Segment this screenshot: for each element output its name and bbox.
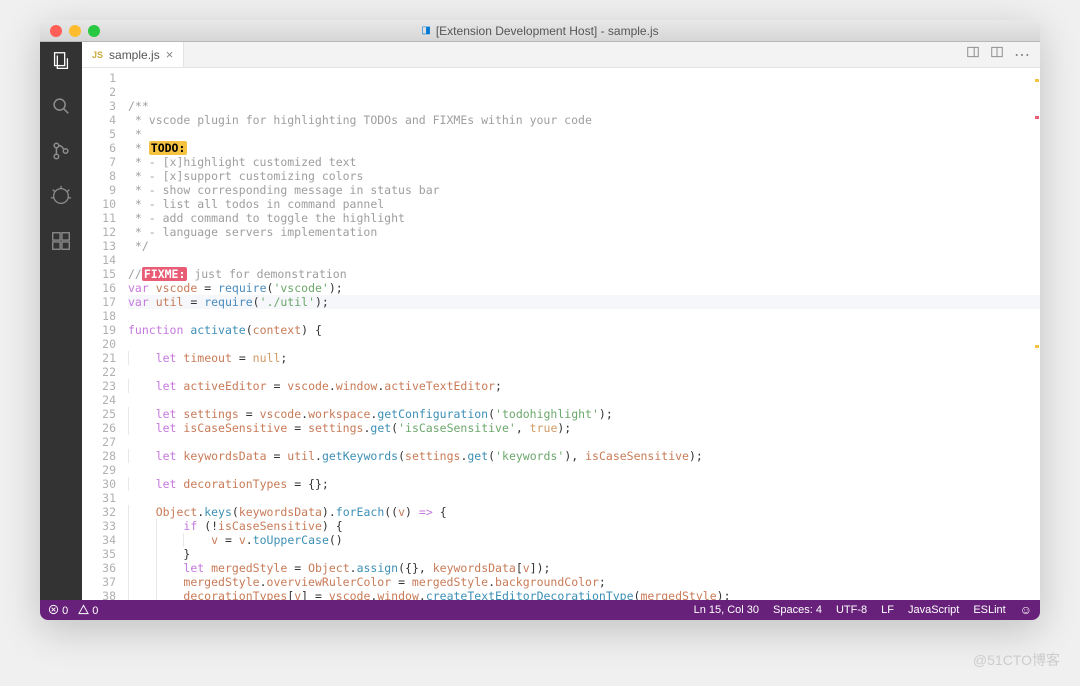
status-cursor[interactable]: Ln 15, Col 30: [694, 604, 759, 616]
code-line[interactable]: }: [128, 547, 1040, 561]
status-eol[interactable]: LF: [881, 604, 894, 616]
js-file-icon: JS: [92, 50, 103, 60]
overview-ruler[interactable]: [1034, 68, 1040, 600]
code-line[interactable]: */: [128, 239, 1040, 253]
code-line[interactable]: let keywordsData = util.getKeywords(sett…: [128, 449, 1040, 463]
code-line[interactable]: [128, 253, 1040, 267]
editor[interactable]: 1234567891011121314151617181920212223242…: [82, 68, 1040, 600]
layout-icon[interactable]: [990, 45, 1004, 64]
code-line[interactable]: [128, 491, 1040, 505]
window-title-text: [Extension Development Host] - sample.js: [436, 24, 659, 38]
code-line[interactable]: mergedStyle.overviewRulerColor = mergedS…: [128, 575, 1040, 589]
status-errors[interactable]: 0: [48, 604, 68, 617]
code-line[interactable]: [128, 463, 1040, 477]
status-bar: 0 0 Ln 15, Col 30 Spaces: 4 UTF-8 LF Jav…: [40, 600, 1040, 620]
code-line[interactable]: let mergedStyle = Object.assign({}, keyw…: [128, 561, 1040, 575]
code-line[interactable]: * - [x]highlight customized text: [128, 155, 1040, 169]
feedback-icon[interactable]: ☺: [1020, 603, 1032, 617]
code-line[interactable]: [128, 365, 1040, 379]
app-body: JS sample.js × ⋯ 12345678910111213141516…: [40, 42, 1040, 600]
tab-label: sample.js: [109, 48, 160, 62]
code-line[interactable]: [128, 393, 1040, 407]
code-line[interactable]: * - [x]support customizing colors: [128, 169, 1040, 183]
more-actions-icon[interactable]: ⋯: [1014, 45, 1030, 65]
tab-actions: ⋯: [966, 42, 1040, 67]
code-line[interactable]: v = v.toUpperCase(): [128, 533, 1040, 547]
watermark: @51CTO博客: [973, 650, 1060, 670]
window-controls: [40, 25, 100, 37]
close-tab-icon[interactable]: ×: [166, 47, 174, 62]
source-control-icon[interactable]: [50, 140, 72, 167]
status-indent[interactable]: Spaces: 4: [773, 604, 822, 616]
code-line[interactable]: if (!isCaseSensitive) {: [128, 519, 1040, 533]
maximize-window-button[interactable]: [88, 25, 100, 37]
split-editor-icon[interactable]: [966, 45, 980, 64]
explorer-icon[interactable]: [50, 50, 72, 77]
status-encoding[interactable]: UTF-8: [836, 604, 867, 616]
search-icon[interactable]: [50, 95, 72, 122]
debug-icon[interactable]: [50, 185, 72, 212]
code-line[interactable]: * - add command to toggle the highlight: [128, 211, 1040, 225]
code-line[interactable]: let activeEditor = vscode.window.activeT…: [128, 379, 1040, 393]
code-line[interactable]: var util = require('./util');: [128, 295, 1040, 309]
app-window: ◨ [Extension Development Host] - sample.…: [40, 20, 1040, 620]
code-line[interactable]: let settings = vscode.workspace.getConfi…: [128, 407, 1040, 421]
tab-sample-js[interactable]: JS sample.js ×: [82, 42, 184, 67]
status-warnings[interactable]: 0: [78, 604, 98, 617]
code-line[interactable]: [128, 309, 1040, 323]
code-line[interactable]: let decorationTypes = {};: [128, 477, 1040, 491]
code-line[interactable]: let isCaseSensitive = settings.get('isCa…: [128, 421, 1040, 435]
editor-group: JS sample.js × ⋯ 12345678910111213141516…: [82, 42, 1040, 600]
code-line[interactable]: *: [128, 127, 1040, 141]
code-line[interactable]: var vscode = require('vscode');: [128, 281, 1040, 295]
code-line[interactable]: * TODO:: [128, 141, 1040, 155]
minimize-window-button[interactable]: [69, 25, 81, 37]
code-line[interactable]: * vscode plugin for highlighting TODOs a…: [128, 113, 1040, 127]
code-line[interactable]: let timeout = null;: [128, 351, 1040, 365]
code-line[interactable]: [128, 337, 1040, 351]
status-eslint[interactable]: ESLint: [973, 604, 1005, 616]
vscode-icon: ◨: [421, 25, 430, 36]
code-line[interactable]: decorationTypes[v] = vscode.window.creat…: [128, 589, 1040, 600]
code-line[interactable]: * - language servers implementation: [128, 225, 1040, 239]
code-line[interactable]: * - show corresponding message in status…: [128, 183, 1040, 197]
code-line[interactable]: //FIXME: just for demonstration: [128, 267, 1040, 281]
titlebar: ◨ [Extension Development Host] - sample.…: [40, 20, 1040, 42]
close-window-button[interactable]: [50, 25, 62, 37]
line-number-gutter: 1234567891011121314151617181920212223242…: [82, 68, 128, 600]
code-area[interactable]: /** * vscode plugin for highlighting TOD…: [128, 68, 1040, 600]
extensions-icon[interactable]: [50, 230, 72, 257]
window-title: ◨ [Extension Development Host] - sample.…: [40, 24, 1040, 38]
tab-bar: JS sample.js × ⋯: [82, 42, 1040, 68]
code-line[interactable]: [128, 435, 1040, 449]
code-line[interactable]: Object.keys(keywordsData).forEach((v) =>…: [128, 505, 1040, 519]
code-line[interactable]: /**: [128, 99, 1040, 113]
status-language[interactable]: JavaScript: [908, 604, 959, 616]
code-line[interactable]: function activate(context) {: [128, 323, 1040, 337]
activity-bar: [40, 42, 82, 600]
code-line[interactable]: * - list all todos in command pannel: [128, 197, 1040, 211]
